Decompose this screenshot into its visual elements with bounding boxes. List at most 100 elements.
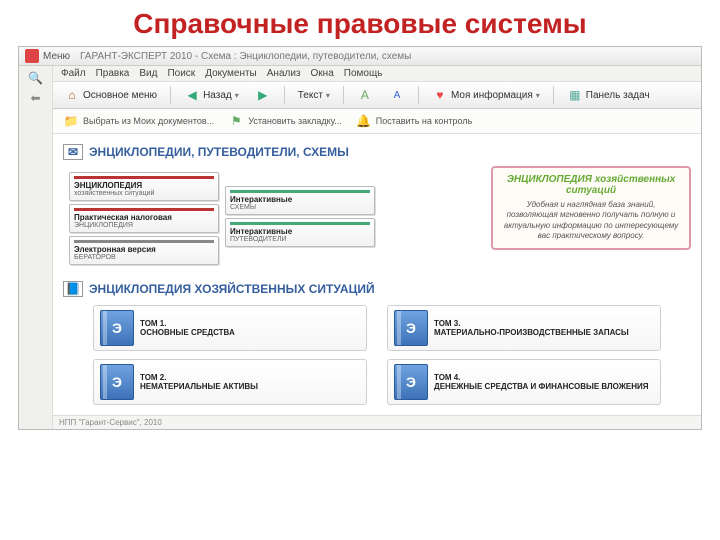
menu-file[interactable]: Файл: [61, 68, 86, 79]
control-button[interactable]: 🔔 Поставить на контроль: [356, 113, 473, 129]
envelope-icon: ✉: [63, 144, 83, 160]
book-berator[interactable]: Электронная версияБЕРАТОРОВ: [69, 236, 219, 265]
text-tool-button[interactable]: Текст ▾: [293, 88, 335, 103]
panel-icon: ▦: [567, 87, 583, 103]
book-title: Практическая налоговая: [74, 213, 214, 222]
font-inc-button[interactable]: A: [352, 85, 378, 105]
put-in-docs-button[interactable]: 📁 Выбрать из Моих документов...: [63, 113, 214, 129]
chevron-down-icon: ▾: [536, 91, 540, 100]
volumes-grid: Э ТОМ 1.ОСНОВНЫЕ СРЕДСТВА Э ТОМ 3.МАТЕРИ…: [63, 305, 691, 405]
volume-num: ТОМ 1.: [140, 319, 235, 328]
back-button[interactable]: ◀ Назад ▾: [179, 85, 244, 105]
volume-num: ТОМ 4.: [434, 373, 649, 382]
book-sub: СХЕМЫ: [230, 204, 370, 211]
book-guides[interactable]: ИнтерактивныеПУТЕВОДИТЕЛИ: [225, 218, 375, 247]
app-icon: [25, 49, 39, 63]
control-label: Поставить на контроль: [376, 116, 473, 126]
fav-button[interactable]: ♥Моя информация▾: [427, 85, 545, 105]
book-stack-left: ЭНЦИКЛОПЕДИЯхозяйственных ситуаций Практ…: [69, 172, 219, 265]
put-docs-label: Выбрать из Моих документов...: [83, 116, 214, 126]
menu-search[interactable]: Поиск: [167, 68, 195, 79]
book-title: Электронная версия: [74, 245, 214, 254]
book-stack-right: ИнтерактивныеСХЕМЫ ИнтерактивныеПУТЕВОДИ…: [225, 186, 375, 265]
volume-1-card[interactable]: Э ТОМ 1.ОСНОВНЫЕ СРЕДСТВА: [93, 305, 367, 351]
menu-windows[interactable]: Окна: [311, 68, 334, 79]
app-window: Меню ГАРАНТ-ЭКСПЕРТ 2010 - Схема : Энцик…: [18, 46, 702, 430]
volume-icon: Э: [100, 310, 134, 346]
menubar: Файл Правка Вид Поиск Документы Анализ О…: [53, 66, 701, 82]
volume-icon: Э: [394, 310, 428, 346]
back-nav-icon[interactable]: ⬅: [28, 90, 44, 106]
book-sub: хозяйственных ситуаций: [74, 190, 214, 197]
section-situations-header[interactable]: 📘 ЭНЦИКЛОПЕДИЯ ХОЗЯЙСТВЕННЫХ СИТУАЦИЙ: [63, 281, 691, 297]
side-panel-title: ЭНЦИКЛОПЕДИЯ хозяйственных ситуаций: [501, 174, 681, 196]
menu-help[interactable]: Помощь: [344, 68, 383, 79]
separator: [284, 86, 285, 104]
my-info-label: Моя информация: [451, 90, 533, 101]
back-label: Назад: [203, 90, 232, 101]
side-panel-body: Удобная и наглядная база знаний, позволя…: [501, 200, 681, 242]
home-icon: ⌂: [64, 87, 80, 103]
volume-desc: ОСНОВНЫЕ СРЕДСТВА: [140, 328, 235, 337]
left-rail: 🔍 ⬅: [19, 66, 53, 429]
bell-icon: 🔔: [356, 113, 372, 129]
volume-desc: МАТЕРИАЛЬНО-ПРОИЗВОДСТВЕННЫЕ ЗАПАСЫ: [434, 328, 629, 337]
main-menu-button[interactable]: ⌂ Основное меню: [59, 85, 162, 105]
book-sub: ПУТЕВОДИТЕЛИ: [230, 236, 370, 243]
book-sub: БЕРАТОРОВ: [74, 254, 214, 261]
titlebar: Меню ГАРАНТ-ЭКСПЕРТ 2010 - Схема : Энцик…: [19, 47, 701, 66]
book-sub: ЭНЦИКЛОПЕДИЯ: [74, 222, 214, 229]
volume-num: ТОМ 2.: [140, 373, 258, 382]
separator: [170, 86, 171, 104]
book-title: Интерактивные: [230, 227, 370, 236]
separator: [343, 86, 344, 104]
section2-title: ЭНЦИКЛОПЕДИЯ ХОЗЯЙСТВЕННЫХ СИТУАЦИЙ: [89, 282, 375, 296]
volume-desc: НЕМАТЕРИАЛЬНЫЕ АКТИВЫ: [140, 382, 258, 391]
bookmark-label: Установить закладку...: [248, 116, 342, 126]
status-bar: НПП "Гарант-Сервис", 2010: [53, 415, 701, 429]
book-schemes[interactable]: ИнтерактивныеСХЕМЫ: [225, 186, 375, 215]
separator: [418, 86, 419, 104]
book-title: ЭНЦИКЛОПЕДИЯ: [74, 181, 214, 190]
font-a-plus-icon: A: [357, 87, 373, 103]
volume-icon: Э: [100, 364, 134, 400]
volume-num: ТОМ 3.: [434, 319, 629, 328]
arrow-right-icon: ▶: [255, 87, 271, 103]
books-area: ЭНЦИКЛОПЕДИЯхозяйственных ситуаций Практ…: [63, 166, 481, 271]
menu-edit[interactable]: Правка: [96, 68, 130, 79]
chevron-down-icon: ▾: [326, 91, 330, 100]
menu-button[interactable]: Меню: [43, 51, 70, 62]
font-dec-button[interactable]: A: [384, 85, 410, 105]
encyclopedias-row: ЭНЦИКЛОПЕДИЯхозяйственных ситуаций Практ…: [63, 166, 691, 271]
book-icon: 📘: [63, 281, 83, 297]
volume-4-card[interactable]: Э ТОМ 4.ДЕНЕЖНЫЕ СРЕДСТВА И ФИНАНСОВЫЕ В…: [387, 359, 661, 405]
content-area: ✉ ЭНЦИКЛОПЕДИИ, ПУТЕВОДИТЕЛИ, СХЕМЫ ЭНЦИ…: [53, 134, 701, 415]
arrow-left-icon: ◀: [184, 87, 200, 103]
separator: [553, 86, 554, 104]
flag-icon: ⚑: [228, 113, 244, 129]
volume-3-card[interactable]: Э ТОМ 3.МАТЕРИАЛЬНО-ПРОИЗВОДСТВЕННЫЕ ЗАП…: [387, 305, 661, 351]
menu-analysis[interactable]: Анализ: [267, 68, 301, 79]
book-tax-encyclopedia[interactable]: Практическая налоговаяЭНЦИКЛОПЕДИЯ: [69, 204, 219, 233]
book-encyclopedia-situations[interactable]: ЭНЦИКЛОПЕДИЯхозяйственных ситуаций: [69, 172, 219, 201]
toolbar: ⌂ Основное меню ◀ Назад ▾ ▶ Текст ▾: [53, 82, 701, 109]
bookmark-button[interactable]: ⚑ Установить закладку...: [228, 113, 342, 129]
heart-icon: ♥: [432, 87, 448, 103]
font-a-minus-icon: A: [389, 87, 405, 103]
chevron-down-icon: ▾: [235, 91, 239, 100]
folder-icon: 📁: [63, 113, 79, 129]
search-icon[interactable]: 🔍: [28, 70, 44, 86]
panel-button[interactable]: ▦Панель задач: [562, 85, 655, 105]
volume-2-card[interactable]: Э ТОМ 2.НЕМАТЕРИАЛЬНЫЕ АКТИВЫ: [93, 359, 367, 405]
section-encyclopedias-header[interactable]: ✉ ЭНЦИКЛОПЕДИИ, ПУТЕВОДИТЕЛИ, СХЕМЫ: [63, 144, 691, 160]
volume-desc: ДЕНЕЖНЫЕ СРЕДСТВА И ФИНАНСОВЫЕ ВЛОЖЕНИЯ: [434, 382, 649, 391]
forward-button[interactable]: ▶: [250, 85, 276, 105]
volume-icon: Э: [394, 364, 428, 400]
panel-label: Панель задач: [586, 90, 650, 101]
menu-view[interactable]: Вид: [139, 68, 157, 79]
menu-docs[interactable]: Документы: [205, 68, 257, 79]
section1-title: ЭНЦИКЛОПЕДИИ, ПУТЕВОДИТЕЛИ, СХЕМЫ: [89, 145, 349, 159]
slide-title: Справочные правовые системы: [0, 0, 720, 46]
text-tool-label: Текст: [298, 90, 323, 101]
info-side-panel: ЭНЦИКЛОПЕДИЯ хозяйственных ситуаций Удоб…: [491, 166, 691, 250]
